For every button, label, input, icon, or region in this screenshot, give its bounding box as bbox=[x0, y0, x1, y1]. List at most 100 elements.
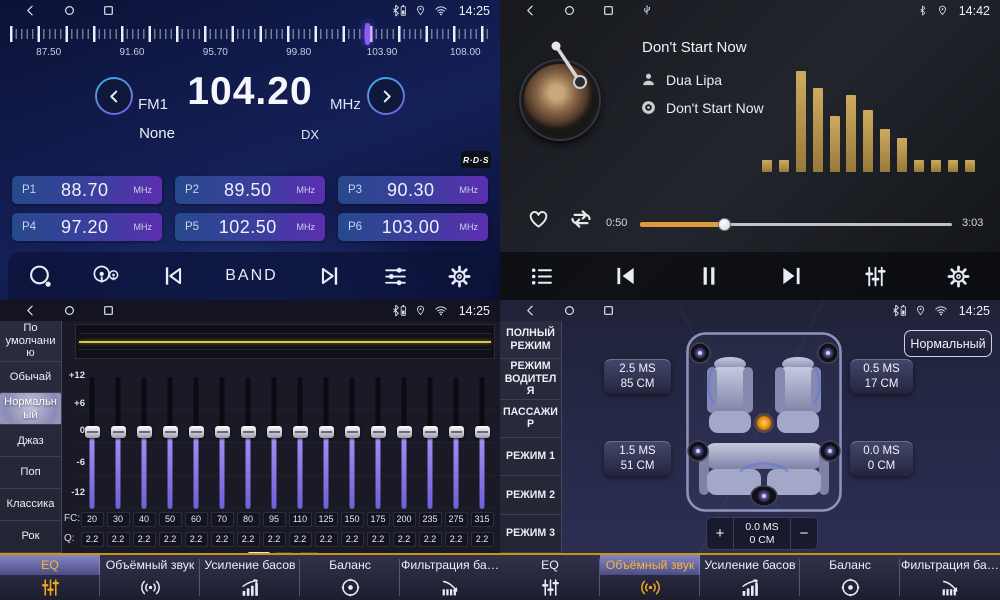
eq-preset-item[interactable]: Джаз bbox=[0, 425, 61, 457]
rear-right-delay-button[interactable]: 0.0 MS 0 CM bbox=[850, 441, 913, 476]
eq-preset-item[interactable]: Рок bbox=[0, 521, 61, 553]
eq-band-slider[interactable] bbox=[443, 377, 469, 509]
q-value[interactable]: 2.2 bbox=[445, 532, 468, 547]
eq-band-slider[interactable] bbox=[313, 377, 339, 509]
slider-handle[interactable] bbox=[397, 426, 412, 438]
audio-tab[interactable]: EQ bbox=[500, 555, 600, 600]
eq-band-slider[interactable] bbox=[183, 377, 209, 509]
fc-value[interactable]: 175 bbox=[367, 512, 390, 527]
subwoofer-minus-button[interactable]: − bbox=[791, 518, 817, 549]
slider-handle[interactable] bbox=[241, 426, 256, 438]
previous-station-icon[interactable] bbox=[160, 263, 186, 289]
scan-icon[interactable] bbox=[28, 264, 53, 289]
q-value[interactable]: 2.2 bbox=[419, 532, 442, 547]
back-icon[interactable] bbox=[24, 4, 37, 17]
fc-value[interactable]: 150 bbox=[341, 512, 364, 527]
listening-mode-item[interactable]: ПОЛНЫЙ РЕЖИМ bbox=[500, 321, 561, 359]
audio-tab[interactable]: Фильтрация ба… bbox=[900, 555, 1000, 600]
eq-band-slider[interactable] bbox=[469, 377, 495, 509]
recents-icon[interactable] bbox=[602, 304, 615, 317]
equalizer-icon[interactable] bbox=[863, 264, 888, 289]
pause-icon[interactable] bbox=[696, 263, 722, 289]
slider-handle[interactable] bbox=[475, 426, 490, 438]
seek-up-button[interactable] bbox=[367, 77, 405, 115]
eq-band-slider[interactable] bbox=[105, 377, 131, 509]
fc-value[interactable]: 70 bbox=[211, 512, 234, 527]
favorite-icon[interactable] bbox=[526, 206, 551, 231]
preset-button[interactable]: P6 103.00 MHz bbox=[338, 213, 488, 241]
front-left-delay-button[interactable]: 2.5 MS 85 CM bbox=[604, 359, 671, 394]
fc-value[interactable]: 50 bbox=[159, 512, 182, 527]
dx-mode-label[interactable]: DX bbox=[290, 127, 330, 142]
fc-value[interactable]: 40 bbox=[133, 512, 156, 527]
listening-mode-item[interactable]: РЕЖИМ ВОДИТЕЛЯ bbox=[500, 359, 561, 400]
broadcast-icon[interactable] bbox=[92, 263, 120, 289]
fc-value[interactable]: 30 bbox=[107, 512, 130, 527]
q-value[interactable]: 2.2 bbox=[315, 532, 338, 547]
preset-button[interactable]: P4 97.20 MHz bbox=[12, 213, 162, 241]
seek-down-button[interactable] bbox=[95, 77, 133, 115]
preset-button[interactable]: P2 89.50 MHz bbox=[175, 176, 325, 204]
sound-preset-button[interactable]: Нормальный bbox=[904, 330, 992, 357]
audio-tab[interactable]: Фильтрация ба… bbox=[400, 555, 500, 600]
q-value[interactable]: 2.2 bbox=[263, 532, 286, 547]
back-icon[interactable] bbox=[524, 4, 537, 17]
preset-button[interactable]: P5 102.50 MHz bbox=[175, 213, 325, 241]
q-value[interactable]: 2.2 bbox=[159, 532, 182, 547]
slider-handle[interactable] bbox=[345, 426, 360, 438]
fc-value[interactable]: 110 bbox=[289, 512, 312, 527]
slider-handle[interactable] bbox=[267, 426, 282, 438]
home-icon[interactable] bbox=[563, 304, 576, 317]
eq-band-slider[interactable] bbox=[131, 377, 157, 509]
q-value[interactable]: 2.2 bbox=[341, 532, 364, 547]
eq-band-slider[interactable] bbox=[417, 377, 443, 509]
eq-band-slider[interactable] bbox=[391, 377, 417, 509]
repeat-icon[interactable] bbox=[567, 205, 595, 233]
slider-handle[interactable] bbox=[215, 426, 230, 438]
eq-preset-item[interactable]: Нормальный bbox=[0, 393, 61, 425]
fc-value[interactable]: 20 bbox=[81, 512, 104, 527]
front-right-delay-button[interactable]: 0.5 MS 17 CM bbox=[850, 359, 913, 394]
audio-tab[interactable]: Баланс bbox=[300, 555, 400, 600]
q-value[interactable]: 2.2 bbox=[81, 532, 104, 547]
tune-sliders-icon[interactable] bbox=[383, 264, 408, 289]
home-icon[interactable] bbox=[63, 4, 76, 17]
fc-value[interactable]: 95 bbox=[263, 512, 286, 527]
slider-handle[interactable] bbox=[371, 426, 386, 438]
fc-value[interactable]: 125 bbox=[315, 512, 338, 527]
q-value[interactable]: 2.2 bbox=[133, 532, 156, 547]
recents-icon[interactable] bbox=[102, 4, 115, 17]
recents-icon[interactable] bbox=[602, 4, 615, 17]
preset-button[interactable]: P3 90.30 MHz bbox=[338, 176, 488, 204]
audio-tab[interactable]: Усиление басов bbox=[700, 555, 800, 600]
fc-value[interactable]: 80 bbox=[237, 512, 260, 527]
listening-mode-item[interactable]: ПАССАЖИР bbox=[500, 400, 561, 438]
gear-icon[interactable] bbox=[447, 264, 472, 289]
slider-handle[interactable] bbox=[423, 426, 438, 438]
q-value[interactable]: 2.2 bbox=[237, 532, 260, 547]
eq-band-slider[interactable] bbox=[339, 377, 365, 509]
eq-preset-item[interactable]: Классика bbox=[0, 489, 61, 521]
eq-band-slider[interactable] bbox=[209, 377, 235, 509]
audio-tab[interactable]: Объёмный звук bbox=[100, 555, 200, 600]
band-button[interactable]: BAND bbox=[225, 267, 277, 285]
back-icon[interactable] bbox=[524, 304, 537, 317]
listening-mode-item[interactable]: РЕЖИМ 2 bbox=[500, 476, 561, 514]
eq-band-slider[interactable] bbox=[79, 377, 105, 509]
eq-preset-item[interactable]: Обычай bbox=[0, 362, 61, 394]
audio-tab[interactable]: EQ bbox=[0, 555, 100, 600]
slider-handle[interactable] bbox=[137, 426, 152, 438]
eq-band-slider[interactable] bbox=[287, 377, 313, 509]
q-value[interactable]: 2.2 bbox=[211, 532, 234, 547]
q-value[interactable]: 2.2 bbox=[393, 532, 416, 547]
subwoofer-plus-button[interactable]: + bbox=[707, 518, 733, 549]
eq-band-slider[interactable] bbox=[365, 377, 391, 509]
slider-handle[interactable] bbox=[189, 426, 204, 438]
q-value[interactable]: 2.2 bbox=[185, 532, 208, 547]
audio-tab[interactable]: Баланс bbox=[800, 555, 900, 600]
playlist-icon[interactable] bbox=[529, 264, 554, 289]
q-value[interactable]: 2.2 bbox=[367, 532, 390, 547]
gear-icon[interactable] bbox=[946, 264, 971, 289]
fc-value[interactable]: 275 bbox=[445, 512, 468, 527]
slider-handle[interactable] bbox=[111, 426, 126, 438]
